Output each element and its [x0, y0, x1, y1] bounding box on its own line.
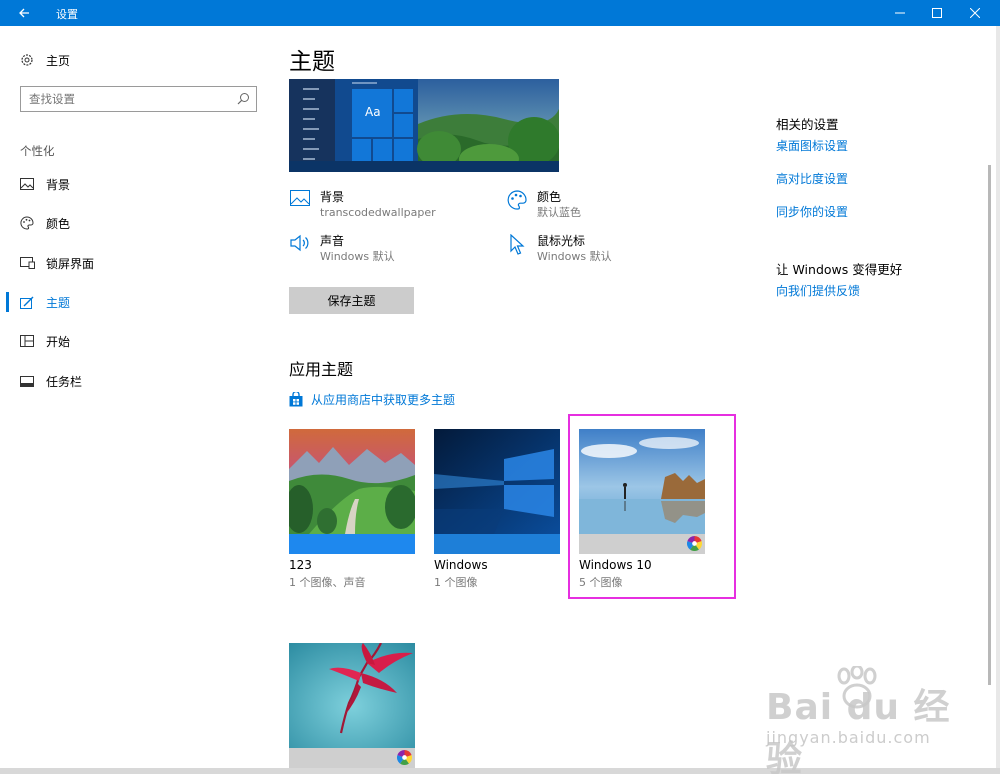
sidebar-item-colors[interactable]: 颜色	[0, 213, 270, 233]
prop-title: 颜色	[537, 190, 562, 204]
scrollbar[interactable]	[988, 165, 991, 685]
theme-preview: Aa	[289, 79, 559, 172]
theme-desc: 1 个图像	[434, 576, 478, 589]
store-bag-icon	[289, 392, 303, 407]
watermark-main-text: Bai du 经验	[766, 687, 951, 774]
prop-value: transcodedwallpaper	[320, 206, 436, 219]
sidebar-item-start[interactable]: 开始	[0, 331, 270, 351]
baidu-watermark: Bai du 经验 jingyan.baidu.com	[762, 666, 962, 774]
theme-brush-icon	[20, 296, 38, 309]
sidebar-item-label: 开始	[46, 334, 71, 349]
theme-desc: 1 个图像、声音	[289, 576, 366, 589]
search-input[interactable]	[21, 87, 221, 111]
theme-preview-image	[289, 79, 559, 172]
link-desktop-icon-settings[interactable]: 桌面图标设置	[776, 137, 848, 154]
nav-home[interactable]: 主页	[20, 50, 70, 70]
prop-color[interactable]: 颜色 默认蓝色	[506, 190, 581, 220]
improve-windows-heading: 让 Windows 变得更好	[776, 262, 903, 277]
theme-name: 123	[289, 558, 312, 572]
color-wheel-icon	[397, 750, 412, 765]
cursor-icon	[506, 234, 528, 256]
theme-thumbnail	[434, 429, 560, 534]
picture-icon	[289, 190, 311, 212]
minimize-icon	[895, 12, 905, 14]
sidebar-item-background[interactable]: 背景	[0, 174, 270, 194]
prop-value: Windows 默认	[537, 250, 612, 263]
save-theme-button[interactable]: 保存主题	[289, 287, 414, 314]
close-icon	[970, 8, 980, 18]
lock-screen-icon	[20, 257, 38, 269]
prop-background[interactable]: 背景 transcodedwallpaper	[289, 190, 436, 220]
preview-tile-text: Aa	[365, 105, 381, 119]
taskbar-icon	[20, 375, 38, 387]
sidebar-item-lock-screen[interactable]: 锁屏界面	[0, 253, 270, 273]
theme-card-windows[interactable]: Windows 1 个图像	[434, 429, 560, 590]
maximize-icon	[932, 8, 942, 18]
palette-icon	[506, 190, 528, 212]
back-button[interactable]	[0, 0, 48, 26]
maximize-button[interactable]	[917, 0, 957, 26]
palette-icon	[20, 216, 38, 230]
theme-thumbnail	[289, 429, 415, 534]
nav-group-personalization: 个性化	[20, 144, 55, 158]
related-settings-heading: 相关的设置	[776, 117, 839, 132]
sidebar-item-label: 任务栏	[46, 374, 83, 389]
theme-thumbnail	[289, 643, 415, 748]
theme-card-123[interactable]: 123 1 个图像、声音	[289, 429, 415, 590]
title-bar: 设置	[0, 0, 1000, 26]
search-box[interactable]	[20, 86, 257, 112]
store-link-label: 从应用商店中获取更多主题	[311, 393, 456, 407]
picture-icon	[20, 178, 38, 190]
sidebar-item-label: 颜色	[46, 216, 71, 231]
prop-title: 鼠标光标	[537, 234, 586, 248]
gear-icon	[21, 54, 33, 66]
window-edge-right	[996, 26, 1000, 774]
theme-card-flower[interactable]	[289, 643, 415, 768]
prop-value: Windows 默认	[320, 250, 395, 263]
search-icon	[237, 93, 249, 105]
theme-accent-bar	[289, 748, 415, 768]
watermark-url: jingyan.baidu.com	[766, 728, 931, 747]
link-feedback[interactable]: 向我们提供反馈	[776, 282, 860, 299]
theme-accent-bar	[289, 534, 415, 554]
sidebar-item-label: 锁屏界面	[46, 256, 95, 271]
prop-title: 背景	[320, 190, 345, 204]
selection-highlight	[568, 414, 736, 599]
prop-sound[interactable]: 声音 Windows 默认	[289, 234, 395, 264]
prop-title: 声音	[320, 234, 345, 248]
store-link[interactable]: 从应用商店中获取更多主题	[289, 391, 455, 408]
sidebar-item-taskbar[interactable]: 任务栏	[0, 371, 270, 391]
theme-accent-bar	[434, 534, 560, 554]
speaker-icon	[289, 234, 311, 256]
theme-name: Windows	[434, 558, 488, 572]
page-title: 主题	[289, 49, 335, 75]
sidebar-item-label: 背景	[46, 177, 71, 192]
link-high-contrast-settings[interactable]: 高对比度设置	[776, 170, 848, 187]
nav-home-label: 主页	[46, 53, 71, 68]
apply-theme-heading: 应用主题	[289, 360, 354, 379]
close-button[interactable]	[955, 0, 995, 26]
window-title: 设置	[56, 8, 78, 21]
link-sync-settings[interactable]: 同步你的设置	[776, 203, 848, 220]
prop-value: 默认蓝色	[537, 206, 581, 219]
sidebar-item-themes[interactable]: 主题	[0, 292, 270, 312]
start-tiles-icon	[20, 335, 38, 347]
back-arrow-icon	[19, 8, 29, 18]
prop-cursor[interactable]: 鼠标光标 Windows 默认	[506, 234, 612, 264]
sidebar-item-label: 主题	[46, 295, 71, 310]
minimize-button[interactable]	[880, 0, 920, 26]
